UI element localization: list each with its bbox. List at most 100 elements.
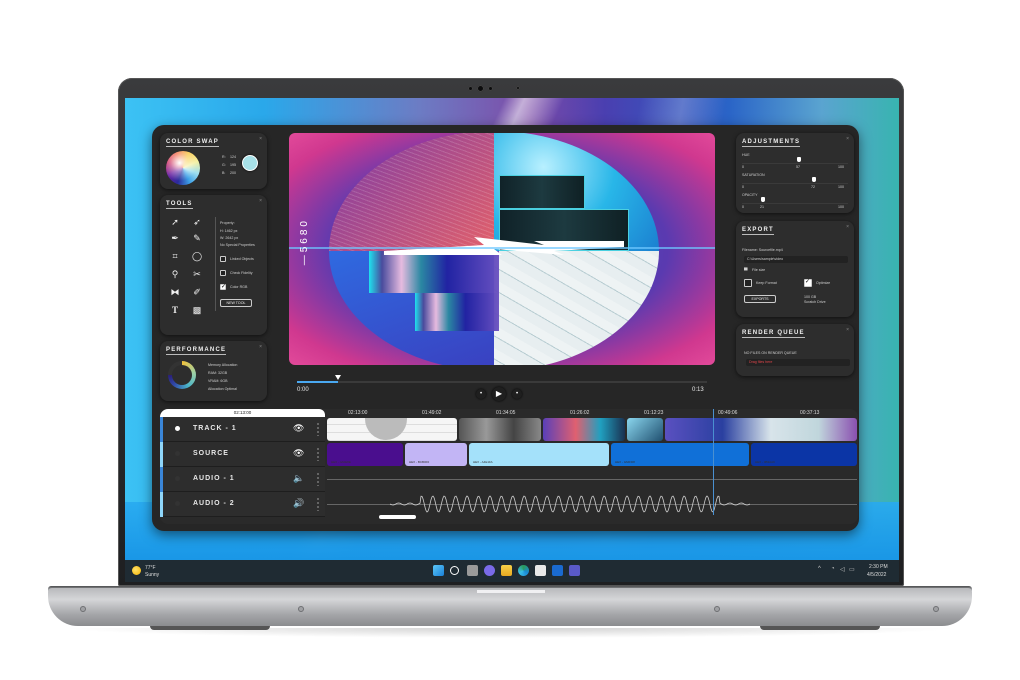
special-properties: No Special Properties [220,243,255,247]
slider-track[interactable] [742,183,848,184]
wifi-icon[interactable]: ◔ [831,566,835,572]
eyedropper-icon[interactable]: ✐ [192,287,202,297]
track-select-dot[interactable] [175,501,180,506]
track-row[interactable]: TRACK - 1 👁 [163,417,325,442]
slider-thumb[interactable] [797,157,801,162]
scissors-icon[interactable]: ✂ [192,269,202,279]
drag-handle[interactable] [317,497,319,511]
video-clip[interactable] [327,418,457,441]
speaker-icon[interactable]: 🔈 [293,473,304,484]
folder-icon[interactable]: ▀ [744,268,748,274]
check-fidelity-checkbox[interactable] [220,270,226,276]
export-button[interactable]: EXPORTS [744,295,776,303]
chat-icon[interactable] [484,565,495,576]
gradient-icon[interactable]: ▩ [192,305,202,315]
next-button[interactable]: • [512,389,522,399]
close-icon[interactable]: × [259,344,262,350]
check-fidelity-label: Check Fidelity [230,271,253,275]
task-view-icon[interactable] [467,565,478,576]
drag-handle[interactable] [317,447,319,461]
speaker-loud-icon[interactable]: 🔊 [293,498,304,509]
edge-icon[interactable] [518,565,529,576]
select-arrow-icon[interactable]: ➚ [170,217,180,227]
track-row[interactable]: AUDIO - 1 🔈 [163,467,325,492]
mirror-icon[interactable]: ⧓ [170,287,180,297]
slider-saturation[interactable]: SATURATION 0 72 100 [742,173,848,191]
slider-track[interactable] [742,203,848,204]
header-time: 02:13:00 [233,410,252,415]
slider-track[interactable] [742,163,848,164]
keep-format-checkbox[interactable] [744,279,752,287]
clock-time[interactable]: 2:30 PM [869,564,888,570]
close-icon[interactable]: × [846,327,849,333]
pencil-icon[interactable]: ✎ [192,233,202,243]
color-swatch[interactable] [242,155,258,171]
slider-hue[interactable]: HUE 0 57 100 [742,153,848,171]
volume-icon[interactable]: ◁ [840,566,845,573]
teams-icon[interactable] [569,565,580,576]
track-select-dot[interactable] [175,426,180,431]
audio-2-waveform [390,495,750,513]
close-icon[interactable]: × [259,136,262,142]
ellipse-icon[interactable]: ◯ [192,251,202,261]
clock-date[interactable]: 4/5/2022 [867,572,886,578]
zoom-icon[interactable]: ⚲ [170,269,180,279]
close-icon[interactable]: × [846,136,849,142]
path-input[interactable]: C:\Users\sample\video [744,256,848,263]
track-select-dot[interactable] [175,476,180,481]
track-select-dot[interactable] [175,451,180,456]
track-row[interactable]: SOURCE 👁 [163,442,325,467]
scrubber-track[interactable] [297,375,707,383]
color-wheel[interactable] [166,151,200,185]
drag-handle[interactable] [317,422,319,436]
source-color-clip[interactable]: HEX - 0B3AA6 [751,443,857,466]
source-color-clip[interactable]: HEX - A4E1FA [469,443,609,466]
source-color-clip[interactable]: HEX - 0A6FD8 [611,443,749,466]
eye-icon[interactable]: 👁 [293,448,304,459]
close-icon[interactable]: × [259,198,262,204]
text-icon[interactable]: T [170,305,180,315]
drop-zone[interactable]: Drag files here [746,359,850,366]
sun-icon[interactable] [132,566,141,575]
slider-thumb[interactable] [761,197,765,202]
video-preview[interactable]: —5680 [289,133,715,365]
close-icon[interactable]: × [846,224,849,230]
g-value: 195 [230,163,236,167]
eye-icon[interactable]: 👁 [293,423,304,434]
file-explorer-icon[interactable] [501,565,512,576]
direct-select-icon[interactable]: ➶ [192,217,202,227]
video-clip[interactable] [627,418,663,441]
windows-start-icon[interactable] [433,565,444,576]
search-icon[interactable] [450,566,459,575]
ruler-tick-label: 02:13:00 [348,410,368,416]
slider-opacity[interactable]: OPACITY 0 21 100 [742,193,848,211]
prev-button[interactable]: • [476,389,486,399]
video-clip[interactable] [459,418,541,441]
source-color-clip[interactable]: HEX - BCB0F0 [405,443,467,466]
tray-chevron-icon[interactable]: ^ [818,566,821,572]
crop-icon[interactable]: ⌗ [170,251,180,261]
source-color-clip[interactable]: HEX - 4A0E8E [327,443,403,466]
height-value: H: 1462 px [220,229,238,233]
memory-ring-gauge [168,361,196,389]
new-tool-button[interactable]: NEW TOOL [220,299,252,307]
optimize-checkbox[interactable] [804,278,812,287]
timeline-scrollbar[interactable] [379,515,416,519]
slider-max: 100 [838,205,844,209]
video-clip[interactable] [543,418,625,441]
track-row[interactable]: AUDIO - 2 🔊 [163,492,325,517]
track-name: SOURCE [193,450,229,457]
play-button[interactable]: ▶ [492,387,506,401]
drag-handle[interactable] [317,472,319,486]
scrubber-handle[interactable] [335,375,341,380]
video-clip[interactable] [665,418,857,441]
linked-objects-checkbox[interactable] [220,256,226,262]
battery-icon[interactable]: ▭ [849,566,855,573]
weather-temp: 77°F [145,565,156,571]
outlook-icon[interactable] [552,565,563,576]
store-icon[interactable] [535,565,546,576]
color-rgb-checkbox[interactable] [220,283,226,290]
weather-desc: Sunny [145,572,160,578]
slider-thumb[interactable] [812,177,816,182]
pen-icon[interactable]: ✒ [170,233,180,243]
